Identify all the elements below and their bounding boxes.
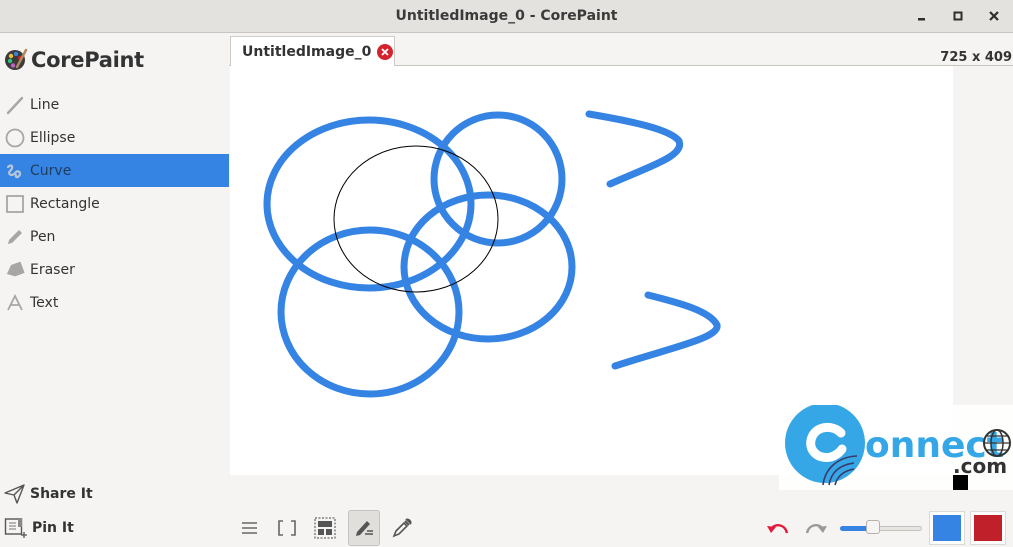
tool-pen[interactable]: Pen: [0, 220, 229, 253]
close-icon: [989, 11, 999, 21]
menu-button[interactable]: [234, 510, 266, 546]
select-area-button[interactable]: [309, 510, 341, 546]
tool-label: Eraser: [30, 261, 75, 278]
app-brand: CorePaint: [4, 48, 144, 72]
fullscreen-button[interactable]: [271, 510, 303, 546]
tab-label: UntitledImage_0: [242, 44, 372, 60]
curve-icon: [5, 161, 25, 181]
maximize-icon: [953, 11, 963, 21]
draw-mode-button[interactable]: [348, 510, 380, 546]
brand-name: CorePaint: [31, 48, 144, 72]
canvas-dimensions: 725 x 409: [940, 50, 1012, 65]
eraser-icon: [5, 260, 25, 280]
blue-ellipse-stroke: [277, 226, 463, 398]
black-ellipse-stroke: [333, 145, 499, 293]
tool-label: Line: [30, 96, 60, 113]
tool-label: Curve: [30, 162, 72, 179]
secondary-color-fill: [974, 515, 1002, 541]
window-title: UntitledImage_0 - CorePaint: [395, 8, 618, 24]
tool-label: Rectangle: [30, 195, 100, 212]
line-icon: [5, 95, 25, 115]
tool-rectangle[interactable]: Rectangle: [0, 187, 229, 220]
color-picker-button[interactable]: [386, 510, 418, 546]
palette-logo-icon: [5, 48, 28, 70]
eyedropper-icon: [392, 518, 412, 538]
hamburger-menu-icon: [242, 522, 257, 534]
selection-icon: [314, 517, 336, 539]
fullscreen-icon: [278, 520, 296, 536]
pin-it-button[interactable]: Pin It: [4, 517, 74, 539]
close-tab-button[interactable]: [377, 44, 394, 60]
blue-curve-stroke: [585, 110, 684, 188]
redo-icon: [805, 524, 827, 534]
tool-curve[interactable]: Curve: [0, 154, 229, 187]
primary-color-fill: [933, 515, 961, 541]
pin-it-label: Pin It: [32, 520, 74, 536]
share-it-label: Share It: [30, 486, 93, 502]
canvas-resize-handle[interactable]: [953, 475, 968, 490]
blue-ellipse-stroke: [400, 191, 576, 343]
minimize-button[interactable]: [911, 6, 933, 26]
watermark-logo: onnect .com: [779, 403, 1013, 490]
maximize-button[interactable]: [947, 6, 969, 26]
tool-label: Ellipse: [30, 129, 76, 146]
blue-curve-stroke: [611, 291, 721, 370]
share-it-button[interactable]: Share It: [4, 484, 93, 504]
tool-label: Pen: [30, 228, 56, 245]
tool-eraser[interactable]: Eraser: [0, 253, 229, 286]
tool-text[interactable]: Text: [0, 286, 229, 319]
rectangle-icon: [5, 194, 25, 214]
bottom-toolbar: [229, 509, 1013, 547]
tool-ellipse[interactable]: Ellipse: [0, 121, 229, 154]
text-icon: [5, 293, 25, 313]
pencil-edit-icon: [356, 521, 373, 536]
undo-button[interactable]: [762, 510, 794, 546]
close-icon: [381, 48, 389, 56]
slider-knob[interactable]: [866, 520, 880, 534]
tab-untitledimage-0[interactable]: UntitledImage_0: [230, 36, 395, 67]
title-bar: UntitledImage_0 - CorePaint: [0, 0, 1013, 33]
minimize-icon: [918, 18, 925, 21]
close-window-button[interactable]: [983, 6, 1005, 26]
ellipse-icon: [5, 128, 25, 148]
tab-bar: UntitledImage_0: [229, 34, 1013, 67]
share-icon: [4, 484, 25, 504]
tool-label: Text: [30, 294, 59, 311]
brush-size-slider[interactable]: [840, 520, 922, 534]
pen-icon: [5, 227, 25, 247]
secondary-color-swatch[interactable]: [970, 511, 1006, 545]
tool-line[interactable]: Line: [0, 88, 229, 121]
sidebar: CorePaint Line Ellipse Curve Rectangle P…: [0, 34, 229, 547]
redo-button[interactable]: [800, 510, 832, 546]
pin-icon: [4, 518, 27, 538]
primary-color-swatch[interactable]: [929, 511, 965, 545]
undo-icon: [767, 524, 789, 534]
